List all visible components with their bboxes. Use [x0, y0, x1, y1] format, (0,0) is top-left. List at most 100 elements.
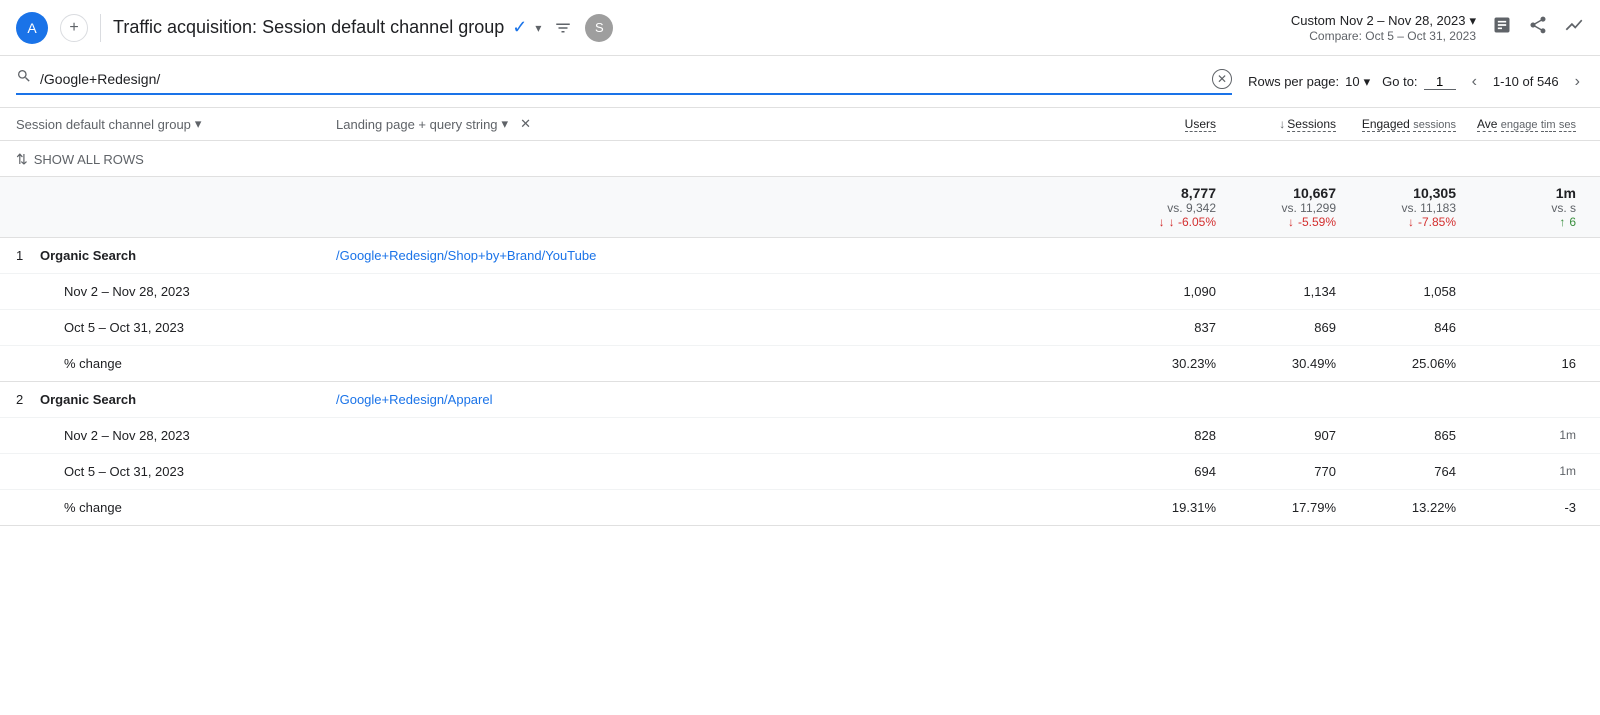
col-avg[interactable]: Ave engage tim ses	[1464, 117, 1584, 132]
row-users-change: 30.23%	[1104, 356, 1224, 371]
row-users-val: 1,090	[1104, 284, 1224, 299]
row-number: 1	[16, 248, 40, 263]
row-metrics: 837 869 846	[960, 320, 1584, 335]
filter-icon[interactable]	[549, 14, 577, 42]
col-sessions[interactable]: ↓ Sessions	[1224, 117, 1344, 132]
arrow-down-icon3: ↓	[1408, 215, 1414, 229]
rows-dropdown-icon: ▾	[1364, 74, 1371, 90]
row-engaged-val: 764	[1344, 464, 1464, 479]
row-engaged-change: 25.06%	[1344, 356, 1464, 371]
show-all-rows-label: SHOW ALL ROWS	[34, 152, 144, 167]
row-engaged-val: 865	[1344, 428, 1464, 443]
table-header: Session default channel group ▾ Landing …	[0, 108, 1600, 141]
show-all-rows-button[interactable]: ⇅ SHOW ALL ROWS	[16, 151, 1584, 168]
rows-per-page-value: 10	[1345, 74, 1359, 89]
total-users-change: ↓ ↓ -6.05%	[1112, 215, 1216, 229]
row-subrow-label: Oct 5 – Oct 31, 2023	[40, 320, 336, 335]
date-compare: Compare: Oct 5 – Oct 31, 2023	[1291, 29, 1476, 43]
col1-label: Session default channel group	[16, 117, 191, 132]
row-subrow-label: Oct 5 – Oct 31, 2023	[40, 464, 336, 479]
goto-input[interactable]	[1424, 74, 1456, 90]
page-info: 1-10 of 546	[1493, 74, 1559, 89]
date-primary: Nov 2 – Nov 28, 2023	[1340, 13, 1466, 28]
table-row: 2 Organic Search /Google+Redesign/Appare…	[0, 382, 1600, 417]
total-avg: 1m vs. s ↑ 6	[1464, 185, 1584, 229]
analytics-icon[interactable]	[1564, 15, 1584, 40]
top-icons	[1492, 15, 1584, 40]
total-users-value: 8,777	[1112, 185, 1216, 201]
goto-container: Go to:	[1382, 74, 1455, 90]
prev-page-button[interactable]: ‹	[1468, 69, 1481, 95]
total-engaged-compare: vs. 11,183	[1352, 201, 1456, 215]
row-sessions-val: 1,134	[1224, 284, 1344, 299]
total-engaged: 10,305 vs. 11,183 ↓ -7.85%	[1344, 185, 1464, 229]
row-metrics: 30.23% 30.49% 25.06% 16	[960, 356, 1584, 371]
row-metrics: 19.31% 17.79% 13.22% -3	[960, 500, 1584, 515]
rows-per-page-label: Rows per page:	[1248, 74, 1339, 89]
row-engaged-change: 13.22%	[1344, 500, 1464, 515]
col6-sublabel: engage	[1501, 119, 1538, 132]
page-title: Traffic acquisition: Session default cha…	[113, 14, 1279, 42]
add-button[interactable]: +	[60, 14, 88, 42]
table-row: Nov 2 – Nov 28, 2023 1,090 1,134 1,058	[0, 273, 1600, 309]
col6-label: Ave	[1477, 117, 1497, 132]
arrow-up-icon: ↑	[1559, 215, 1565, 229]
total-sessions-change: ↓ -5.59%	[1232, 215, 1336, 229]
col-users[interactable]: Users	[1104, 117, 1224, 132]
row-avg-val	[1464, 320, 1584, 335]
top-bar: A + Traffic acquisition: Session default…	[0, 0, 1600, 56]
clear-search-button[interactable]: ✕	[1212, 69, 1232, 89]
top-right: Custom Nov 2 – Nov 28, 2023 ▾ Compare: O…	[1291, 13, 1584, 43]
table-area: 1 Organic Search /Google+Redesign/Shop+b…	[0, 238, 1600, 526]
total-sessions: 10,667 vs. 11,299 ↓ -5.59%	[1224, 185, 1344, 229]
row-metrics: 1,090 1,134 1,058	[960, 284, 1584, 299]
rows-per-page-select[interactable]: 10 ▾	[1345, 74, 1370, 90]
row-avg-val	[1464, 284, 1584, 299]
col3-label: Users	[1185, 117, 1216, 132]
pagination-controls: Rows per page: 10 ▾ Go to: ‹ 1-10 of 546…	[1248, 69, 1584, 95]
data-row-group-1: 1 Organic Search /Google+Redesign/Shop+b…	[0, 238, 1600, 382]
close-filter-icon[interactable]: ✕	[520, 116, 531, 132]
col5-label: Engaged	[1362, 117, 1410, 132]
col-landing[interactable]: Landing page + query string ▾ ✕	[336, 116, 1036, 132]
table-row: % change 30.23% 30.49% 25.06% 16	[0, 345, 1600, 381]
search-bar-row: ✕ Rows per page: 10 ▾ Go to: ‹ 1-10 of 5…	[0, 56, 1600, 108]
row-subrow-label: Nov 2 – Nov 28, 2023	[40, 284, 336, 299]
col4-label: Sessions	[1287, 117, 1336, 132]
row-subrow-label: % change	[40, 356, 336, 371]
vertical-divider	[100, 14, 101, 42]
table-row: Oct 5 – Oct 31, 2023 694 770 764 1m	[0, 453, 1600, 489]
avatar[interactable]: A	[16, 12, 48, 44]
data-row-group-2: 2 Organic Search /Google+Redesign/Appare…	[0, 382, 1600, 526]
total-engaged-change: ↓ -7.85%	[1352, 215, 1456, 229]
goto-label: Go to:	[1382, 74, 1417, 89]
row-dim2[interactable]: /Google+Redesign/Apparel	[336, 392, 960, 407]
row-sessions-val: 770	[1224, 464, 1344, 479]
total-users-compare: vs. 9,342	[1112, 201, 1216, 215]
row-dim1[interactable]: Organic Search	[40, 392, 336, 407]
table-row: Oct 5 – Oct 31, 2023 837 869 846	[0, 309, 1600, 345]
page-title-text: Traffic acquisition: Session default cha…	[113, 17, 504, 38]
row-dim2[interactable]: /Google+Redesign/Shop+by+Brand/YouTube	[336, 248, 960, 263]
total-users: 8,777 vs. 9,342 ↓ ↓ -6.05%	[1104, 185, 1224, 229]
share-icon[interactable]	[1528, 15, 1548, 40]
title-dropdown-icon[interactable]: ▾	[535, 21, 541, 35]
next-page-button[interactable]: ›	[1571, 69, 1584, 95]
search-input[interactable]	[40, 71, 1204, 87]
row-users-val: 828	[1104, 428, 1224, 443]
row-dim1[interactable]: Organic Search	[40, 248, 336, 263]
col-engaged[interactable]: Engaged sessions	[1344, 117, 1464, 132]
row-sessions-val: 869	[1224, 320, 1344, 335]
dimension-columns: Session default channel group ▾ Landing …	[16, 116, 1036, 132]
check-icon: ✓	[512, 17, 527, 38]
row-sessions-change: 17.79%	[1224, 500, 1344, 515]
row-subrow-label: % change	[40, 500, 336, 515]
col-session-group[interactable]: Session default channel group ▾	[16, 116, 336, 132]
chart-icon[interactable]	[1492, 15, 1512, 40]
date-dropdown-icon[interactable]: ▾	[1469, 13, 1476, 29]
row-sessions-val: 907	[1224, 428, 1344, 443]
row-engaged-val: 1,058	[1344, 284, 1464, 299]
date-range[interactable]: Custom Nov 2 – Nov 28, 2023 ▾ Compare: O…	[1291, 13, 1476, 43]
row-users-val: 694	[1104, 464, 1224, 479]
table-row: 1 Organic Search /Google+Redesign/Shop+b…	[0, 238, 1600, 273]
